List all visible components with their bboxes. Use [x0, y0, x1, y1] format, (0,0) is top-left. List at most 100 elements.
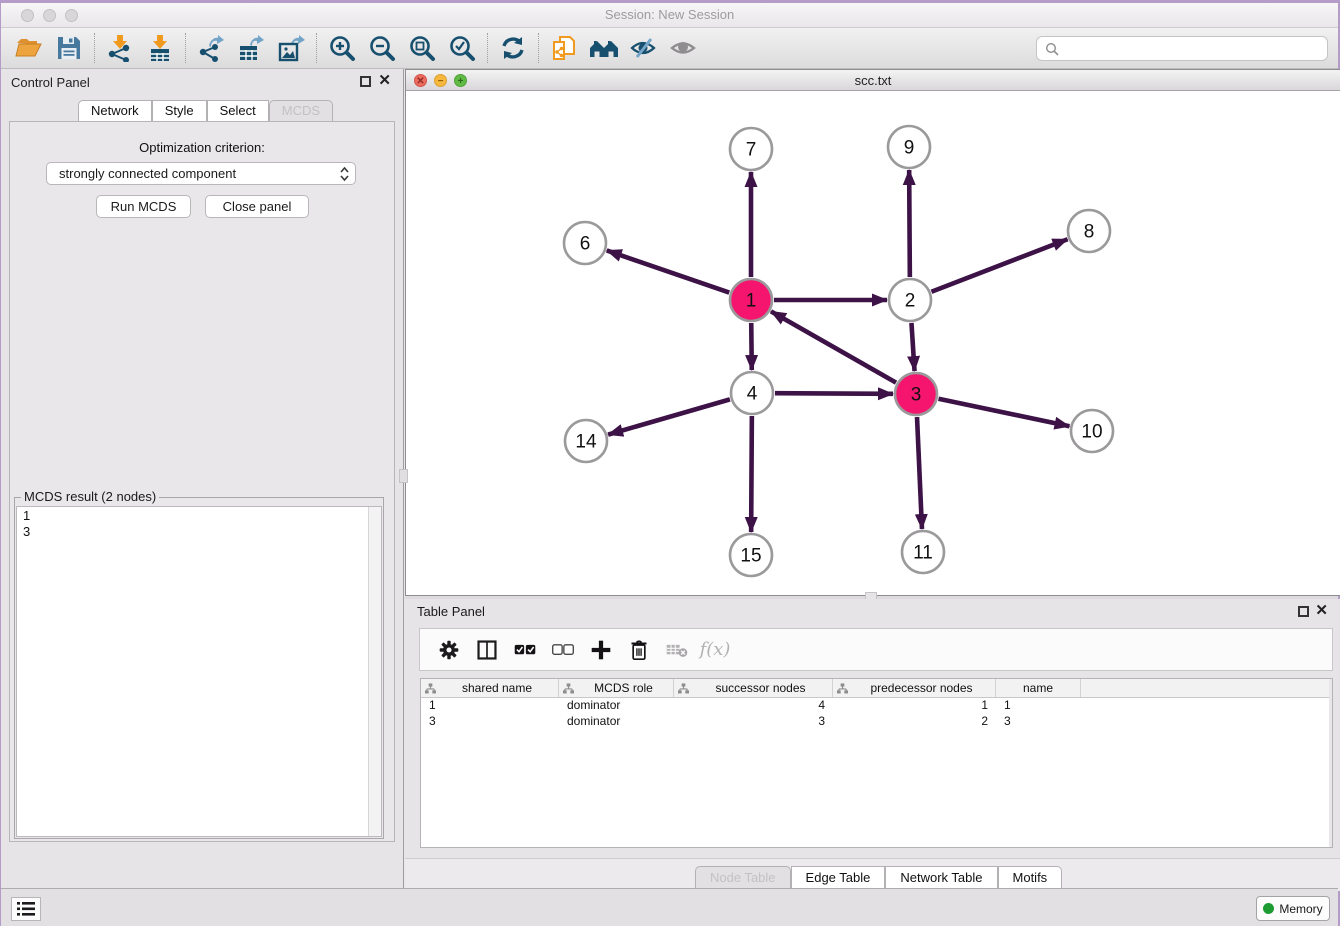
titlebar: Session: New Session [1, 3, 1338, 28]
table-panel: Table Panel ✕ [405, 599, 1340, 888]
zoom-fit-button[interactable] [402, 30, 442, 66]
refresh-button[interactable] [493, 30, 533, 66]
graph-edge-4-15[interactable] [751, 416, 752, 532]
graph-edge-2-9[interactable] [909, 170, 910, 277]
network-window-titlebar[interactable]: ✕ − + scc.txt [406, 70, 1340, 91]
close-panel-button[interactable]: Close panel [205, 195, 309, 218]
zoom-selected-button[interactable] [442, 30, 482, 66]
toolbar-separator [94, 33, 95, 63]
graph-node-label-9: 9 [904, 138, 915, 159]
graph-edge-1-4[interactable] [751, 323, 752, 370]
table-cell[interactable]: 3 [996, 714, 1081, 730]
graph-edge-1-6[interactable] [607, 250, 729, 292]
table-cell[interactable]: 1 [996, 698, 1081, 714]
search-input[interactable] [1065, 41, 1319, 56]
mcds-panel: Optimization criterion: strongly connect… [9, 121, 395, 842]
graph-node-label-2: 2 [905, 291, 916, 312]
table-tab-node-table[interactable]: Node Table [695, 866, 791, 889]
graph-edge-3-11[interactable] [917, 417, 922, 529]
hide-selected-button[interactable] [624, 30, 664, 66]
table-toolbar: f(x) [419, 628, 1333, 671]
delete-column-button[interactable] [620, 632, 658, 668]
memory-button[interactable]: Memory [1256, 896, 1330, 921]
result-scrollbar[interactable] [368, 507, 381, 836]
first-neighbors-button[interactable] [584, 30, 624, 66]
export-image-button[interactable] [271, 30, 311, 66]
clone-network-button[interactable] [544, 30, 584, 66]
column-type-icon [678, 683, 689, 694]
table-scrollbar[interactable] [1329, 679, 1332, 847]
graph-edge-4-14[interactable] [608, 399, 730, 434]
column-header-label: successor nodes [693, 681, 828, 695]
graph-node-label-6: 6 [580, 234, 591, 255]
graph-edge-4-3[interactable] [775, 393, 893, 394]
homes-icon [588, 35, 620, 61]
control-tab-select[interactable]: Select [207, 100, 269, 121]
zoom-out-icon [368, 34, 396, 62]
task-history-button[interactable] [11, 897, 41, 921]
graph-edge-2-8[interactable] [931, 239, 1067, 291]
table-cell[interactable]: 2 [833, 714, 996, 730]
graph-node-label-8: 8 [1084, 222, 1095, 243]
zoom-in-button[interactable] [322, 30, 362, 66]
column-panel-button[interactable] [468, 632, 506, 668]
network-view-window: ✕ − + scc.txt 7968124314101511 [405, 69, 1340, 596]
table-cell[interactable]: 3 [421, 714, 559, 730]
table-row[interactable]: 1dominator411 [421, 698, 1332, 714]
table-tab-motifs[interactable]: Motifs [998, 866, 1063, 889]
add-column-button[interactable] [582, 632, 620, 668]
network-graph[interactable]: 7968124314101511 [406, 91, 1340, 595]
panel-divider-grip[interactable] [399, 469, 408, 483]
select-all-button[interactable] [506, 632, 544, 668]
column-header-predecessor-nodes[interactable]: predecessor nodes [833, 679, 996, 697]
run-mcds-button[interactable]: Run MCDS [96, 195, 191, 218]
table-tab-edge-table[interactable]: Edge Table [791, 866, 886, 889]
node-table[interactable]: shared name MCDS role successor nodes prede… [420, 678, 1333, 848]
zoom-out-button[interactable] [362, 30, 402, 66]
network-canvas[interactable]: 7968124314101511 [406, 91, 1340, 595]
column-header-shared-name[interactable]: shared name [421, 679, 559, 697]
graph-edge-3-10[interactable] [939, 399, 1070, 427]
import-network-button[interactable] [100, 30, 140, 66]
table-row[interactable]: 3dominator323 [421, 714, 1332, 730]
float-panel-icon[interactable] [360, 76, 371, 87]
control-panel: Control Panel ✕ NetworkStyleSelectMCDS O… [1, 69, 404, 888]
table-cell[interactable]: 1 [833, 698, 996, 714]
table-tab-network-table[interactable]: Network Table [885, 866, 997, 889]
float-table-panel-icon[interactable] [1298, 606, 1309, 617]
search-box[interactable] [1036, 36, 1328, 61]
memory-status-icon [1263, 903, 1274, 914]
import-table-button[interactable] [140, 30, 180, 66]
toolbar-separator [185, 33, 186, 63]
function-builder-button[interactable]: f(x) [696, 632, 734, 668]
column-header-label: MCDS role [578, 681, 669, 695]
column-header-MCDS-role[interactable]: MCDS role [559, 679, 674, 697]
column-header-successor-nodes[interactable]: successor nodes [674, 679, 833, 697]
optimization-criterion-select[interactable]: strongly connected component [46, 162, 356, 185]
export-table-button[interactable] [231, 30, 271, 66]
table-cell[interactable]: dominator [559, 714, 674, 730]
export-network-button[interactable] [191, 30, 231, 66]
close-table-panel-icon[interactable]: ✕ [1315, 604, 1328, 618]
table-cell[interactable]: 1 [421, 698, 559, 714]
table-cell[interactable]: dominator [559, 698, 674, 714]
table-cell[interactable]: 3 [674, 714, 833, 730]
control-tab-network[interactable]: Network [78, 100, 152, 121]
optimization-criterion-label: Optimization criterion: [10, 140, 394, 155]
table-settings-button[interactable] [430, 632, 468, 668]
close-panel-icon[interactable]: ✕ [378, 74, 391, 88]
column-header-name[interactable]: name [996, 679, 1081, 697]
delete-table-button[interactable] [658, 632, 696, 668]
show-all-button[interactable] [664, 30, 704, 66]
control-tab-style[interactable]: Style [152, 100, 207, 121]
save-session-button[interactable] [49, 30, 89, 66]
graph-node-label-4: 4 [747, 384, 758, 405]
graph-edge-2-3[interactable] [911, 323, 914, 371]
open-file-button[interactable] [9, 30, 49, 66]
zoom-in-icon [328, 34, 356, 62]
table-cell[interactable]: 4 [674, 698, 833, 714]
mcds-result-list[interactable]: 13 [16, 506, 382, 837]
graph-edge-3-1[interactable] [771, 311, 896, 382]
deselect-all-button[interactable] [544, 632, 582, 668]
control-tab-mcds[interactable]: MCDS [269, 100, 333, 121]
